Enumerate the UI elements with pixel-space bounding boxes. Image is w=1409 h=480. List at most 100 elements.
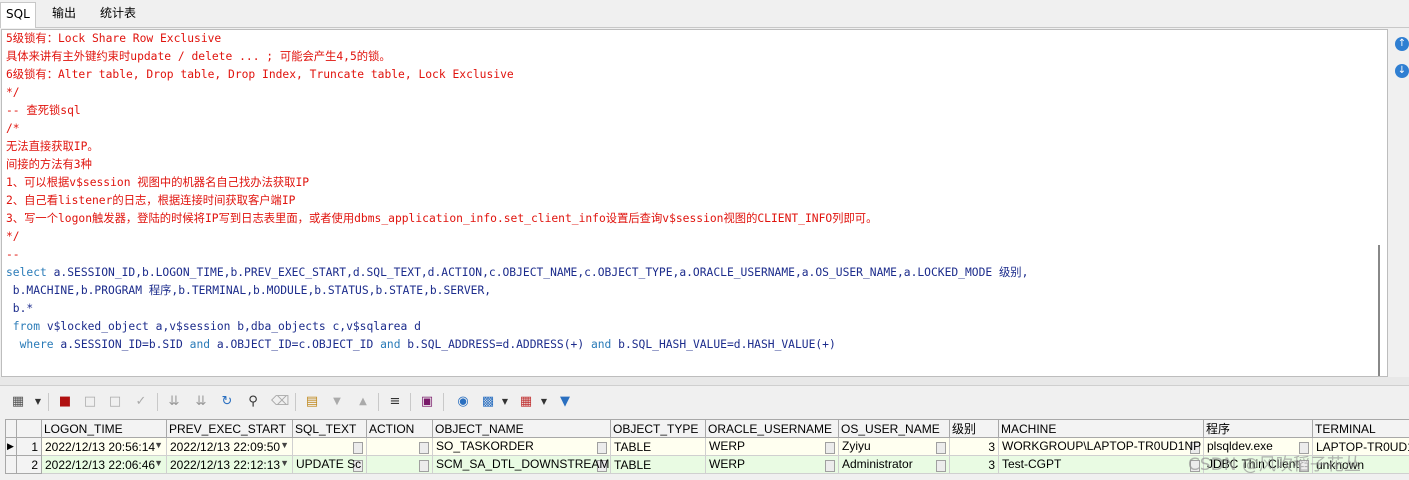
editor-scrollbar[interactable] xyxy=(1378,245,1380,376)
table-cell[interactable]: 3 xyxy=(949,455,999,474)
delete-record-icon[interactable]: □ xyxy=(107,394,123,410)
table-cell[interactable] xyxy=(366,455,433,474)
grid-header-row: LOGON_TIME PREV_EXEC_START SQL_TEXT ACTI… xyxy=(5,419,1409,438)
tab-output[interactable]: 输出 xyxy=(47,2,81,25)
sql-keyword: from xyxy=(6,320,41,333)
dropdown-icon[interactable]: ▼ xyxy=(280,440,289,450)
column-header[interactable]: PREV_EXEC_START xyxy=(166,419,293,438)
table-cell[interactable]: Administrator xyxy=(838,455,950,474)
sql-keyword: and xyxy=(590,338,612,351)
grid-settings-icon[interactable]: ▦ xyxy=(10,394,26,410)
table-icon[interactable]: ▦ xyxy=(518,394,534,410)
pane-splitter[interactable] xyxy=(0,377,1409,386)
toolbar-separator xyxy=(295,393,296,411)
table-cell[interactable]: ▼ 2022/12/13 22:12:13 xyxy=(166,455,293,474)
watermark: CSDN @风吹稻子花丛 xyxy=(1188,455,1361,475)
dropdown-icon[interactable]: ▼ xyxy=(280,458,289,468)
dropdown-icon[interactable]: ▼ xyxy=(154,440,163,450)
toolbar-separator xyxy=(410,393,411,411)
cell-editor-button[interactable] xyxy=(353,442,363,454)
cell-editor-button[interactable] xyxy=(825,442,835,454)
toolbar-separator xyxy=(48,393,49,411)
column-header[interactable]: LOGON_TIME xyxy=(41,419,167,438)
save-icon[interactable]: ▣ xyxy=(419,394,435,410)
column-header[interactable]: ORACLE_USERNAME xyxy=(705,419,839,438)
export-icon[interactable]: ◉ xyxy=(455,394,471,410)
toolbar-separator xyxy=(157,393,158,411)
refresh-icon[interactable]: ↻ xyxy=(219,394,235,410)
column-header[interactable]: OBJECT_NAME xyxy=(432,419,611,438)
dropdown-icon[interactable]: ▼ xyxy=(154,458,163,468)
sql-text: b.SQL_HASH_VALUE=d.HASH_VALUE(+) xyxy=(611,338,836,351)
table-cell[interactable]: WORKGROUP\LAPTOP-TR0UD1NP xyxy=(998,437,1204,456)
cell-editor-button[interactable] xyxy=(936,460,946,472)
current-row-indicator-icon: ▶ xyxy=(5,437,17,456)
row-number-header xyxy=(16,419,42,438)
sql-text: v$locked_object a,v$session b,dba_object… xyxy=(40,320,421,333)
code-text[interactable]: 5级锁有：Lock Share Row Exclusive 具体来讲有主外键约束… xyxy=(2,30,1387,354)
fetch-last-icon[interactable]: ⇊ xyxy=(193,394,209,410)
toolbar-separator xyxy=(443,393,444,411)
arrow-down-icon[interactable]: ↓ xyxy=(1395,64,1409,78)
sql-editor[interactable]: 5级锁有：Lock Share Row Exclusive 具体来讲有主外键约束… xyxy=(1,29,1388,377)
table-cell[interactable]: Zyiyu xyxy=(838,437,950,456)
column-header[interactable]: MACHINE xyxy=(998,419,1204,438)
query-by-example-icon[interactable]: ▤ xyxy=(304,394,320,410)
chevron-down-icon[interactable]: ▼ xyxy=(497,394,513,410)
comment-line: 2、自己看listener的日志，根据连接时间获取客户端IP xyxy=(6,194,296,207)
post-changes-icon[interactable]: ✓ xyxy=(133,394,149,410)
chevron-down-icon[interactable]: ▼ xyxy=(30,394,46,410)
tab-statistics[interactable]: 统计表 xyxy=(95,2,141,25)
arrow-up-icon[interactable]: ↑ xyxy=(1395,37,1409,51)
filter-icon[interactable]: ▼ xyxy=(557,394,573,410)
table-cell[interactable]: ▼ 2022/12/13 20:56:14 xyxy=(41,437,167,456)
row-number: 2 xyxy=(16,455,42,474)
column-header[interactable]: SQL_TEXT xyxy=(292,419,367,438)
table-cell[interactable]: TABLE xyxy=(610,437,706,456)
column-header[interactable]: 程序 xyxy=(1203,419,1313,438)
single-record-view-icon[interactable]: ≡ xyxy=(387,394,403,410)
comment-line: -- xyxy=(6,248,20,261)
cell-editor-button[interactable] xyxy=(597,442,607,454)
comment-line: 3、写一个logon触发器，登陆的时候将IP写到日志表里面，或者使用dbms_a… xyxy=(6,212,878,225)
table-cell[interactable]: WERP xyxy=(705,455,839,474)
grid-toolbar: ▦ ▼ ■ □ □ ✓ ⇊ ⇊ ↻ ⚲ ⌫ ▤ ▼ ▲ ≡ ▣ ◉ ▩ ▼ ▦ … xyxy=(0,386,1409,418)
table-cell[interactable] xyxy=(366,437,433,456)
clear-icon[interactable]: ⌫ xyxy=(271,394,289,410)
column-header[interactable]: OBJECT_TYPE xyxy=(610,419,706,438)
column-header[interactable]: TERMINAL xyxy=(1312,419,1409,438)
comment-line: 间接的方法有3种 xyxy=(6,158,92,171)
cell-editor-button[interactable] xyxy=(936,442,946,454)
table-cell[interactable]: UPDATE Sc xyxy=(292,455,367,474)
cell-editor-button[interactable] xyxy=(419,442,429,454)
table-cell[interactable]: SCM_SA_DTL_DOWNSTREAM xyxy=(432,455,611,474)
table-cell[interactable]: SO_TASKORDER xyxy=(432,437,611,456)
column-header[interactable]: OS_USER_NAME xyxy=(838,419,950,438)
comment-line: 具体来讲有主外键约束时update / delete ... ; 可能会产生4,… xyxy=(6,50,391,63)
chevron-down-icon[interactable]: ▼ xyxy=(536,394,552,410)
table-cell[interactable]: ▼ 2022/12/13 22:06:46 xyxy=(41,455,167,474)
row-number: 1 xyxy=(16,437,42,456)
sql-keyword: select xyxy=(6,266,47,279)
next-page-icon[interactable]: ▼ xyxy=(329,394,345,410)
table-cell[interactable]: Test-CGPT xyxy=(998,455,1204,474)
table-cell[interactable]: ▼ 2022/12/13 22:09:50 xyxy=(166,437,293,456)
column-header[interactable]: 级别 xyxy=(949,419,999,438)
sql-text: a.OBJECT_ID=c.OBJECT_ID xyxy=(210,338,381,351)
cell-editor-button[interactable] xyxy=(825,460,835,472)
fetch-next-icon[interactable]: ⇊ xyxy=(166,394,182,410)
sql-text: a.SESSION_ID=b.SID xyxy=(53,338,190,351)
cell-editor-button[interactable] xyxy=(419,460,429,472)
table-cell[interactable]: WERP xyxy=(705,437,839,456)
table-cell[interactable]: 3 xyxy=(949,437,999,456)
tab-sql[interactable]: SQL xyxy=(0,2,36,28)
column-header[interactable]: ACTION xyxy=(366,419,433,438)
chart-icon[interactable]: ▩ xyxy=(480,394,496,410)
find-icon[interactable]: ⚲ xyxy=(245,394,261,410)
previous-page-icon[interactable]: ▲ xyxy=(355,394,371,410)
table-cell[interactable] xyxy=(292,437,367,456)
table-cell[interactable]: TABLE xyxy=(610,455,706,474)
lock-icon[interactable]: ■ xyxy=(57,394,73,410)
add-record-icon[interactable]: □ xyxy=(82,394,98,410)
sql-keyword: and xyxy=(189,338,211,351)
